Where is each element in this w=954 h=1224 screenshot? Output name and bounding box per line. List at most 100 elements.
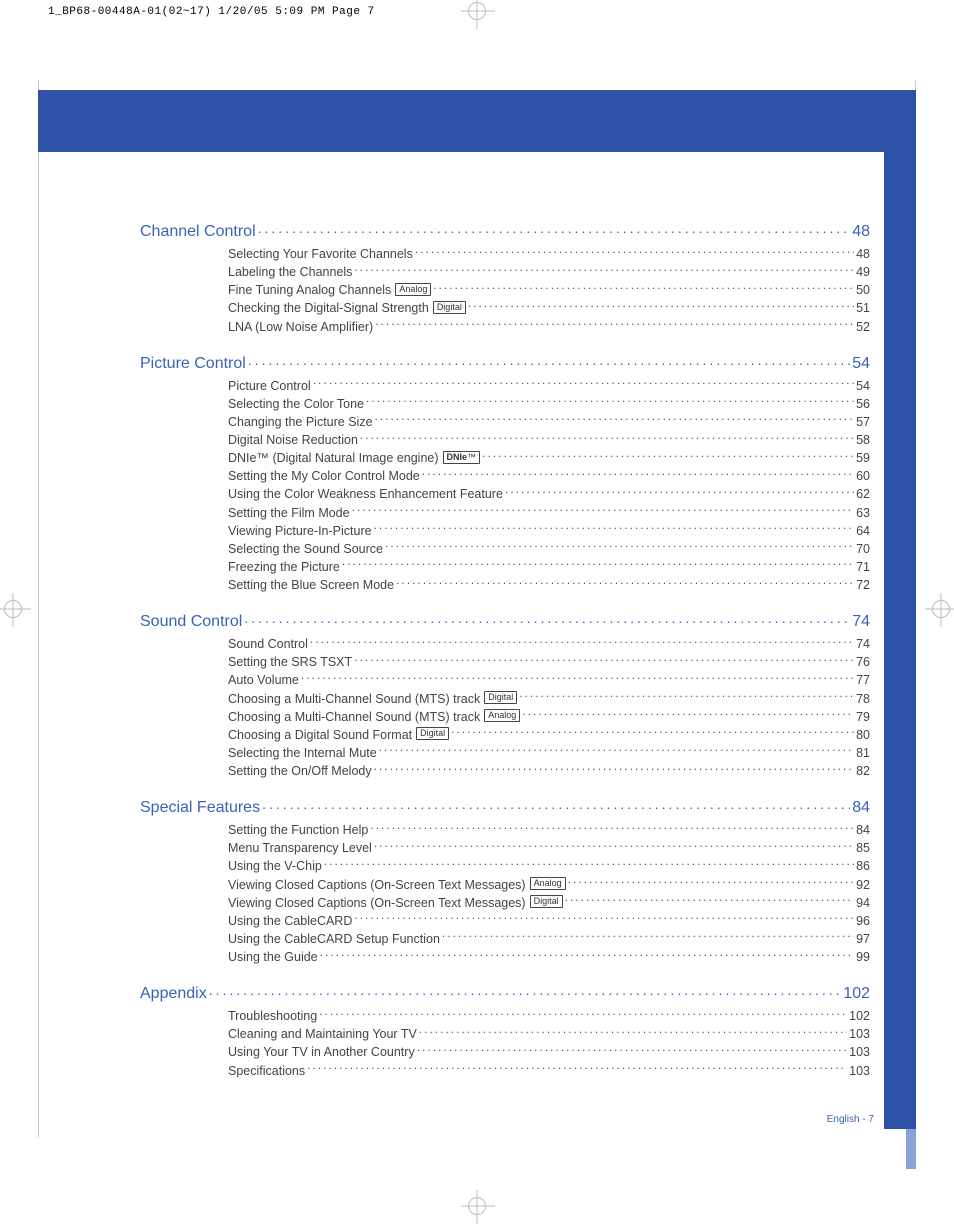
toc-entry-title: Setting the My Color Control Mode (228, 467, 420, 485)
leader-dots (433, 282, 854, 295)
toc-entry[interactable]: Setting the Film Mode63 (228, 504, 870, 522)
leader-dots (244, 610, 850, 626)
toc-entry[interactable]: Menu Transparency Level85 (228, 839, 870, 857)
toc-entry-page: 103 (849, 1062, 870, 1080)
toc-entry[interactable]: Viewing Closed Captions (On-Screen Text … (228, 894, 870, 912)
toc-entry[interactable]: Using the CableCARD Setup Function97 (228, 930, 870, 948)
toc-entry-text: Using the CableCARD Setup Function (228, 930, 440, 948)
toc-entry[interactable]: Specifications 103 (228, 1062, 870, 1080)
toc-section-heading[interactable]: Appendix102 (140, 982, 870, 1003)
toc-entry[interactable]: Labeling the Channels49 (228, 263, 870, 281)
leader-dots (354, 654, 854, 667)
crop-mark-bottom (468, 1197, 486, 1215)
leader-dots (442, 930, 854, 943)
toc-entry[interactable]: Viewing Closed Captions (On-Screen Text … (228, 876, 870, 894)
toc-entry-page: 103 (849, 1043, 870, 1061)
trim-line-left (38, 80, 39, 1137)
leader-dots (248, 352, 850, 368)
toc-entry-text: Setting the On/Off Melody (228, 762, 372, 780)
toc-entry-text: Using the V-Chip (228, 857, 322, 875)
toc-entry-title: Fine Tuning Analog Channels Analog (228, 281, 431, 299)
toc-entry-title: Selecting the Internal Mute (228, 744, 377, 762)
toc-entry-title: Choosing a Multi-Channel Sound (MTS) tra… (228, 708, 520, 726)
toc-entry-page: 81 (856, 744, 870, 762)
toc-section-heading[interactable]: Channel Control48 (140, 220, 870, 241)
leader-dots (375, 413, 855, 426)
toc-entry[interactable]: Selecting Your Favorite Channels48 (228, 245, 870, 263)
toc-entry-title: Troubleshooting (228, 1007, 317, 1025)
toc-entry-text: Setting the My Color Control Mode (228, 467, 420, 485)
toc-entry[interactable]: Freezing the Picture71 (228, 558, 870, 576)
toc-entry-title: Using the CableCARD (228, 912, 352, 930)
toc-entry-title: Choosing a Digital Sound Format Digital (228, 726, 449, 744)
toc-entry[interactable]: Checking the Digital-Signal Strength Dig… (228, 299, 870, 317)
leader-dots (482, 450, 854, 463)
toc-entry-title: Viewing Picture-In-Picture (228, 522, 372, 540)
toc-entry[interactable]: Using the V-Chip86 (228, 857, 870, 875)
toc-entry-page: 52 (856, 318, 870, 336)
toc-entry[interactable]: Using the CableCARD96 (228, 912, 870, 930)
toc-entry-text: Digital Noise Reduction (228, 431, 358, 449)
toc-entry[interactable]: Viewing Picture-In-Picture 64 (228, 522, 870, 540)
toc-entry[interactable]: DNIe™ (Digital Natural Image engine) DNI… (228, 449, 870, 467)
toc-entry-title: Freezing the Picture (228, 558, 340, 576)
toc-entry[interactable]: Setting the Blue Screen Mode72 (228, 576, 870, 594)
toc-entry[interactable]: Auto Volume 77 (228, 671, 870, 689)
toc-entry-text: Troubleshooting (228, 1007, 317, 1025)
toc-entry[interactable]: Selecting the Sound Source70 (228, 540, 870, 558)
leader-dots (565, 894, 854, 907)
toc-section-heading[interactable]: Special Features84 (140, 796, 870, 817)
toc-entry[interactable]: Using the Color Weakness Enhancement Fea… (228, 485, 870, 503)
toc-entry-text: Specifications (228, 1062, 305, 1080)
leader-dots (568, 876, 854, 889)
toc-entry-text: Using the CableCARD (228, 912, 352, 930)
leader-dots (374, 763, 854, 776)
page-area: Channel Control48 Selecting Your Favorite… (40, 40, 914, 1177)
leader-dots (262, 796, 850, 812)
toc-entry[interactable]: Fine Tuning Analog Channels Analog50 (228, 281, 870, 299)
toc-entry[interactable]: Choosing a Multi-Channel Sound (MTS) tra… (228, 708, 870, 726)
toc-entry[interactable]: Selecting the Color Tone56 (228, 395, 870, 413)
toc-entry[interactable]: Setting the SRS TSXT76 (228, 653, 870, 671)
toc-entry-title: Checking the Digital-Signal Strength Dig… (228, 299, 466, 317)
toc-entry-page: 64 (856, 522, 870, 540)
toc-entry[interactable]: Sound Control74 (228, 635, 870, 653)
toc-entry-page: 72 (856, 576, 870, 594)
toc-entry-page: 63 (856, 504, 870, 522)
toc-entry[interactable]: Choosing a Multi-Channel Sound (MTS) tra… (228, 690, 870, 708)
toc-entry[interactable]: Selecting the Internal Mute 81 (228, 744, 870, 762)
toc-entry-title: Cleaning and Maintaining Your TV (228, 1025, 417, 1043)
toc-entry[interactable]: Picture Control54 (228, 377, 870, 395)
toc-entry[interactable]: Choosing a Digital Sound Format Digital 8… (228, 726, 870, 744)
toc-entry-text: Using Your TV in Another Country (228, 1043, 415, 1061)
toc-entry-page: 80 (856, 726, 870, 744)
toc-entry[interactable]: Cleaning and Maintaining Your TV103 (228, 1025, 870, 1043)
leader-dots (370, 822, 854, 835)
toc-entry[interactable]: Digital Noise Reduction58 (228, 431, 870, 449)
toc-entry-page: 77 (856, 671, 870, 689)
print-job-header: 1_BP68-00448A-01(02~17) 1/20/05 5:09 PM … (48, 6, 375, 18)
toc-entry[interactable]: Setting the On/Off Melody82 (228, 762, 870, 780)
toc-entry-page: 85 (856, 839, 870, 857)
toc-entry-title: Selecting Your Favorite Channels (228, 245, 413, 263)
toc-entry-title: Setting the SRS TSXT (228, 653, 352, 671)
toc-entry[interactable]: Setting the Function Help84 (228, 821, 870, 839)
toc-entry-title: Digital Noise Reduction (228, 431, 358, 449)
toc-entry-title: Labeling the Channels (228, 263, 352, 281)
toc-section-title: Appendix (140, 985, 207, 1003)
toc-entry[interactable]: Setting the My Color Control Mode60 (228, 467, 870, 485)
toc-section-heading[interactable]: Sound Control74 (140, 610, 870, 631)
leader-dots (505, 486, 854, 499)
toc-entry[interactable]: Using the Guide99 (228, 948, 870, 966)
toc-entry[interactable]: Troubleshooting102 (228, 1007, 870, 1025)
toc-entry-text: Selecting the Color Tone (228, 395, 364, 413)
toc-entry[interactable]: Changing the Picture Size57 (228, 413, 870, 431)
toc-section-heading[interactable]: Picture Control54 (140, 352, 870, 373)
toc-entry-text: Selecting Your Favorite Channels (228, 245, 413, 263)
toc-entry-text: Viewing Picture-In-Picture (228, 522, 372, 540)
toc-entry[interactable]: Using Your TV in Another Country 103 (228, 1043, 870, 1061)
toc-entry-title: Changing the Picture Size (228, 413, 373, 431)
toc-entry-text: Auto Volume (228, 671, 299, 689)
leader-dots (319, 1008, 847, 1021)
toc-entry[interactable]: LNA (Low Noise Amplifier)52 (228, 318, 870, 336)
